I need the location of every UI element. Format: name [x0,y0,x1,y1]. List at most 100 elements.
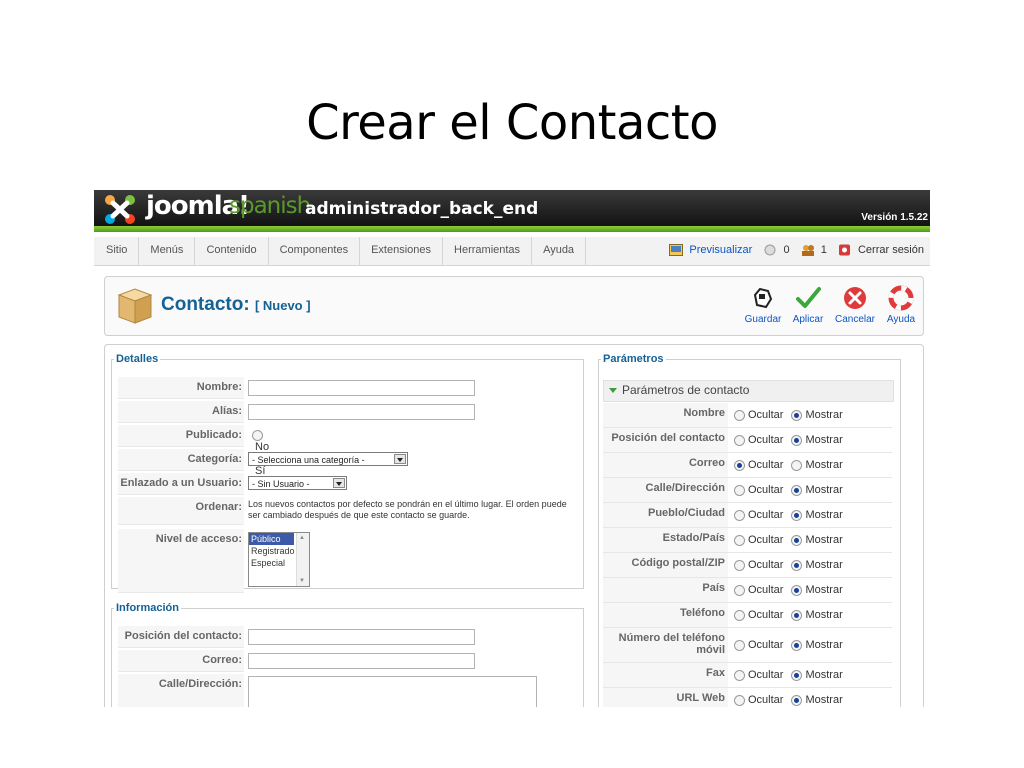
menu-item-menus[interactable]: Menús [139,237,196,265]
param-radios: Ocultar Mostrar [734,534,851,546]
param-hide-radio[interactable] [734,669,745,681]
position-label: Posición del contacto: [118,626,244,648]
param-radios: Ocultar Mostrar [734,509,851,521]
param-show-label: Mostrar [805,559,843,572]
help-button[interactable]: Ayuda [879,285,923,325]
joomla-logo-icon [105,195,135,224]
messages-count[interactable]: 0 [783,237,789,263]
param-hide-radio[interactable] [734,409,745,421]
param-label: Pueblo/Ciudad [603,503,728,527]
param-radios: Ocultar Mostrar [734,409,851,421]
param-show-radio[interactable] [791,609,803,621]
details-legend: Detalles [116,353,159,365]
param-radios: Ocultar Mostrar [734,639,851,651]
version-label: Versión 1.5.22 [861,212,928,223]
access-option-special[interactable]: Especial [249,557,294,569]
joomla-admin-screenshot: joomla! spanish administrador_back_end V… [94,190,930,707]
email-label: Correo: [118,650,244,672]
users-count[interactable]: 1 [821,237,827,263]
param-label: Estado/País [603,528,728,552]
param-hide-radio[interactable] [734,639,745,651]
param-radios: Ocultar Mostrar [734,694,851,706]
param-show-radio[interactable] [791,639,803,651]
access-option-registered[interactable]: Registrado [249,545,295,557]
alias-input[interactable] [248,404,475,420]
name-input[interactable] [248,380,475,396]
param-radios: Ocultar Mostrar [734,669,851,681]
param-show-radio[interactable] [791,509,803,521]
param-show-radio[interactable] [791,694,803,706]
param-hide-radio[interactable] [734,534,745,546]
param-label: Teléfono [603,603,728,627]
published-no-radio[interactable] [252,429,263,441]
param-hide-radio[interactable] [734,459,745,471]
param-show-radio[interactable] [791,459,803,471]
param-row: Nombre Ocultar Mostrar [603,403,892,428]
param-show-radio[interactable] [791,484,803,496]
position-input[interactable] [248,629,475,645]
param-hide-radio[interactable] [734,509,745,521]
published-label: Publicado: [118,425,244,447]
street-textarea[interactable] [248,676,537,707]
menu-item-extensiones[interactable]: Extensiones [360,237,444,265]
param-row: URL Web Ocultar Mostrar [603,688,892,707]
params-section-header[interactable]: Parámetros de contacto [603,380,894,402]
messages-icon [764,244,776,256]
category-select[interactable]: - Selecciona una categoría - [248,452,408,466]
param-hide-radio[interactable] [734,609,745,621]
param-show-radio[interactable] [791,434,803,446]
param-row: Calle/Dirección Ocultar Mostrar [603,478,892,503]
listbox-scrollbar[interactable] [296,533,309,586]
user-select[interactable]: - Sin Usuario - [248,476,347,490]
param-show-radio[interactable] [791,559,803,571]
save-button[interactable]: Guardar [741,285,785,325]
logout-link[interactable]: Cerrar sesión [858,237,924,263]
param-hide-label: Ocultar [748,534,784,547]
users-icon [801,245,814,257]
param-show-label: Mostrar [805,409,843,422]
preview-link[interactable]: Previsualizar [689,237,752,263]
menu-item-contenido[interactable]: Contenido [195,237,269,265]
param-label: Número del teléfono móvil [603,628,728,662]
logout-icon [838,244,850,256]
email-input[interactable] [248,653,475,669]
menu-item-componentes[interactable]: Componentes [269,237,361,265]
param-show-label: Mostrar [805,509,843,522]
param-radios: Ocultar Mostrar [734,609,851,621]
cancel-icon [844,287,866,309]
param-hide-radio[interactable] [734,694,745,706]
param-show-radio[interactable] [791,669,803,681]
param-show-label: Mostrar [805,434,843,447]
menu-item-herramientas[interactable]: Herramientas [443,237,533,265]
param-radios: Ocultar Mostrar [734,434,851,446]
param-row: Estado/País Ocultar Mostrar [603,528,892,553]
param-hide-radio[interactable] [734,584,745,596]
status-bar: Previsualizar 0 1 Cerrar sesión [669,237,924,265]
param-row: Pueblo/Ciudad Ocultar Mostrar [603,503,892,528]
param-label: Fax [603,663,728,687]
check-icon [796,287,821,308]
param-row: País Ocultar Mostrar [603,578,892,603]
param-label: Código postal/ZIP [603,553,728,577]
param-hide-radio[interactable] [734,484,745,496]
param-hide-label: Ocultar [748,584,784,597]
menu-item-sitio[interactable]: Sitio [94,237,140,265]
order-label: Ordenar: [118,497,244,525]
access-level-listbox[interactable]: Público Registrado Especial [248,532,310,587]
cancel-button[interactable]: Cancelar [833,285,877,325]
apply-button[interactable]: Aplicar [786,285,830,325]
header-accent-bar [94,226,930,232]
access-option-public[interactable]: Público [249,533,294,545]
param-show-radio[interactable] [791,534,803,546]
param-hide-label: Ocultar [748,609,784,622]
save-icon [753,287,773,309]
param-hide-radio[interactable] [734,434,745,446]
menu-item-ayuda[interactable]: Ayuda [532,237,587,265]
param-show-radio[interactable] [791,584,803,596]
triangle-down-icon [609,388,617,394]
param-row: Fax Ocultar Mostrar [603,663,892,688]
contact-box-icon [117,288,153,324]
param-label: Correo [603,453,728,477]
param-show-radio[interactable] [791,409,803,421]
param-hide-radio[interactable] [734,559,745,571]
